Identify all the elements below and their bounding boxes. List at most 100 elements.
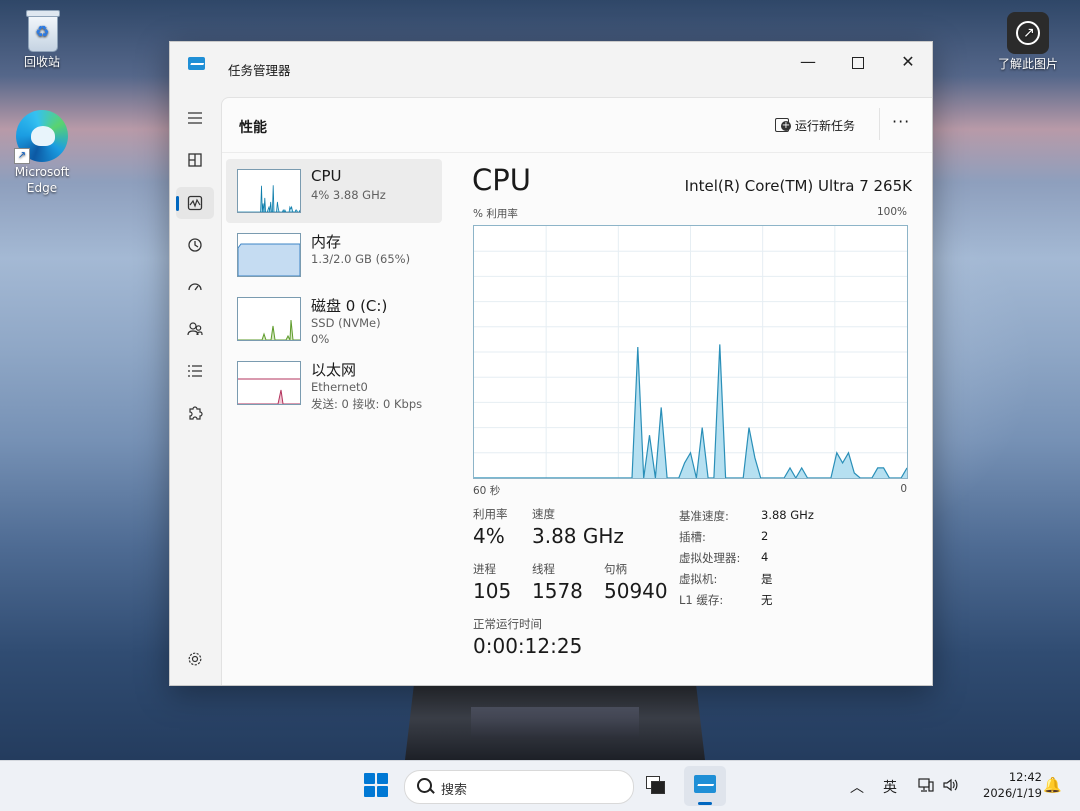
nav-item-users[interactable] bbox=[176, 313, 214, 345]
resource-item-cpu[interactable]: CPU 4% 3.88 GHz bbox=[226, 159, 442, 223]
stat-value: 3.88 GHz bbox=[532, 524, 624, 548]
search-icon bbox=[417, 778, 432, 793]
pier-image bbox=[405, 684, 705, 760]
title-bar[interactable]: 任务管理器 — ✕ bbox=[170, 42, 932, 86]
performance-panel: 性能 运行新任务 ··· CPU 4% 3.88 GHz 内存 1.3/2.0 … bbox=[221, 97, 932, 685]
cpu-thumbnail-graph bbox=[237, 169, 301, 213]
page-title: 性能 bbox=[239, 120, 267, 136]
nav-item-details[interactable] bbox=[176, 355, 214, 387]
detail-key: 插槽: bbox=[679, 530, 706, 544]
nav-sidebar bbox=[170, 86, 220, 684]
task-manager-icon bbox=[188, 57, 205, 70]
cpu-thumbnail-area bbox=[238, 185, 300, 212]
run-new-task-button[interactable]: 运行新任务 bbox=[775, 114, 855, 136]
graph-time-end: 0 bbox=[900, 483, 907, 495]
stat-handles: 句柄 50940 bbox=[604, 561, 668, 603]
notification-bell-icon[interactable]: 🔔 bbox=[1043, 776, 1062, 794]
graph-time-span: 60 秒 bbox=[473, 485, 501, 497]
stat-value: 50940 bbox=[604, 579, 668, 603]
learn-picture-icon: ↗ bbox=[1007, 12, 1049, 54]
desktop-icon-recycle-bin[interactable]: ♻ 回收站 bbox=[0, 8, 84, 70]
detail-title: CPU bbox=[472, 163, 531, 197]
show-hidden-icons-button[interactable]: ︿ bbox=[850, 777, 864, 797]
taskbar: 搜索 ︿ 英 12:42 2026/1/19 🔔 bbox=[0, 760, 1080, 811]
taskbar-search-box[interactable]: 搜索 bbox=[404, 770, 634, 804]
header-divider bbox=[222, 152, 932, 153]
clock-date: 2026/1/19 bbox=[983, 786, 1042, 800]
resource-name: 磁盘 0 (C:) bbox=[311, 297, 388, 315]
maximize-icon bbox=[852, 56, 864, 69]
detail-key: 虚拟机: bbox=[679, 572, 718, 586]
nav-item-services[interactable] bbox=[176, 397, 214, 429]
detail-key: L1 缓存: bbox=[679, 593, 724, 607]
network-icon[interactable] bbox=[918, 777, 934, 797]
task-manager-window: 任务管理器 — ✕ 性能 + 运行新任务 ··· CPU 4% 3.88 GHz… bbox=[169, 41, 933, 686]
maximize-button[interactable] bbox=[836, 48, 880, 76]
nav-item-performance[interactable] bbox=[176, 187, 214, 219]
memory-thumbnail-graph bbox=[237, 233, 301, 277]
resource-list: CPU 4% 3.88 GHz 内存 1.3/2.0 GB (65%) 磁盘 0… bbox=[226, 159, 442, 415]
toolbar-divider bbox=[879, 108, 880, 140]
graph-axis-max: 100% bbox=[876, 206, 907, 218]
resource-item-memory[interactable]: 内存 1.3/2.0 GB (65%) bbox=[226, 223, 442, 287]
close-button[interactable]: ✕ bbox=[886, 48, 930, 76]
stat-value: 4% bbox=[473, 524, 505, 548]
detail-key: 基准速度: bbox=[679, 509, 729, 523]
edge-icon: ↗ bbox=[14, 110, 68, 164]
detail-key: 虚拟处理器: bbox=[679, 551, 741, 565]
cpu-usage-graph bbox=[473, 225, 908, 479]
gear-icon bbox=[188, 652, 202, 666]
window-title: 任务管理器 bbox=[228, 63, 291, 78]
volume-icon[interactable] bbox=[942, 777, 960, 797]
desktop-icon-learn-picture[interactable]: ↗ 了解此图片 bbox=[986, 12, 1070, 72]
desktop-icon-label: 了解此图片 bbox=[997, 57, 1058, 71]
stat-speed: 速度 3.88 GHz bbox=[532, 506, 624, 548]
users-icon bbox=[187, 322, 203, 336]
stat-utilization: 利用率 4% bbox=[473, 506, 508, 548]
desktop-icon-edge[interactable]: ↗ Microsoft Edge bbox=[0, 110, 84, 196]
resource-item-ethernet[interactable]: 以太网 Ethernet0 发送: 0 接收: 0 Kbps bbox=[226, 351, 442, 415]
hamburger-menu-button[interactable] bbox=[176, 102, 214, 134]
resource-name: 内存 bbox=[311, 233, 342, 251]
speedometer-icon bbox=[188, 283, 202, 291]
clock-time: 12:42 bbox=[1008, 770, 1042, 784]
taskbar-task-manager[interactable] bbox=[684, 766, 726, 806]
nav-item-startup-apps[interactable] bbox=[176, 271, 214, 303]
stat-label: 速度 bbox=[532, 507, 555, 521]
resource-name: 以太网 bbox=[311, 361, 357, 379]
resource-item-disk[interactable]: 磁盘 0 (C:) SSD (NVMe) 0% bbox=[226, 287, 442, 351]
stat-uptime: 正常运行时间 0:00:12:25 bbox=[473, 616, 582, 658]
stat-value: 1578 bbox=[532, 579, 583, 603]
performance-icon bbox=[187, 195, 203, 211]
minimize-button[interactable]: — bbox=[786, 48, 830, 76]
stat-label: 正常运行时间 bbox=[473, 617, 542, 631]
desktop-icon-label: 回收站 bbox=[23, 55, 60, 69]
task-manager-icon bbox=[694, 775, 716, 793]
resource-detail: Ethernet0 bbox=[311, 380, 368, 394]
input-method-indicator[interactable]: 英 bbox=[883, 777, 897, 797]
new-task-icon bbox=[775, 118, 791, 132]
resource-detail: 4% 3.88 GHz bbox=[311, 188, 386, 202]
task-view-button[interactable] bbox=[646, 776, 666, 794]
history-icon bbox=[188, 238, 202, 252]
active-app-indicator bbox=[698, 802, 712, 805]
nav-item-app-history[interactable] bbox=[176, 229, 214, 261]
ethernet-thumbnail-graph bbox=[237, 361, 301, 405]
nav-item-processes[interactable] bbox=[176, 144, 214, 176]
detail-value: 3.88 GHz bbox=[761, 508, 814, 522]
processes-icon bbox=[188, 153, 202, 167]
detail-value: 4 bbox=[761, 550, 769, 564]
stat-label: 进程 bbox=[473, 562, 496, 576]
nav-item-settings[interactable] bbox=[176, 643, 214, 675]
clock[interactable]: 12:42 2026/1/19 bbox=[972, 769, 1042, 801]
resource-detail: SSD (NVMe) bbox=[311, 316, 381, 330]
more-options-button[interactable]: ··· bbox=[892, 112, 910, 131]
start-button[interactable] bbox=[364, 773, 388, 797]
cpu-model: Intel(R) Core(TM) Ultra 7 265K bbox=[684, 177, 912, 195]
desktop-icon-label: Microsoft Edge bbox=[14, 165, 70, 195]
resource-detail-secondary: 0% bbox=[311, 332, 330, 346]
resource-name: CPU bbox=[311, 167, 342, 185]
stat-label: 句柄 bbox=[604, 562, 627, 576]
stat-label: 线程 bbox=[532, 562, 555, 576]
stat-value: 0:00:12:25 bbox=[473, 634, 583, 658]
